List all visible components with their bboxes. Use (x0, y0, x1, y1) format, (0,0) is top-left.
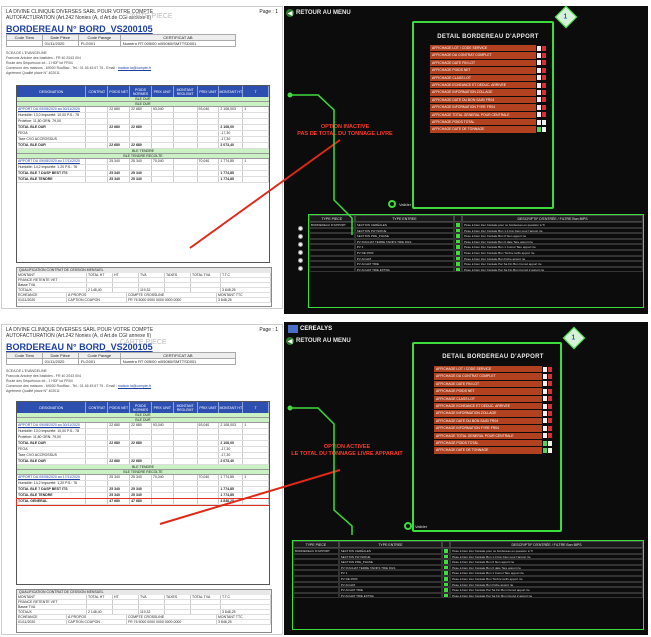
connector-line (290, 94, 353, 235)
callout-arrow (159, 469, 341, 525)
callout-arrow (189, 139, 341, 249)
annotation-arrows (159, 92, 353, 535)
connector-line (290, 407, 353, 535)
connector-dot (287, 92, 293, 98)
connector-dot (287, 405, 293, 411)
